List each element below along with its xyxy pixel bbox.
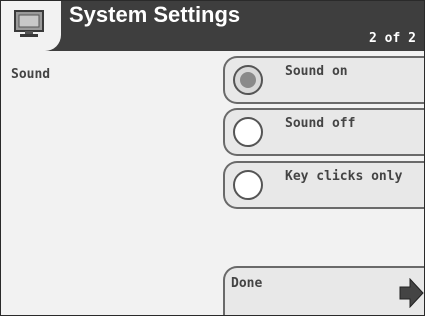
radio-empty-icon (233, 170, 263, 200)
page-title: System Settings (69, 2, 241, 27)
option-key-clicks-only[interactable]: Key clicks only (223, 161, 424, 209)
radio-selected-icon (233, 65, 263, 95)
done-button-label: Done (231, 276, 263, 291)
monitor-icon (14, 10, 44, 37)
done-button[interactable]: Done (223, 266, 424, 315)
radio-empty-icon (233, 117, 263, 147)
settings-screen: System Settings 2 of 2 Sound Sound on So… (0, 0, 425, 316)
section-label-sound: Sound (11, 67, 51, 82)
option-label: Sound on (285, 64, 348, 79)
arrow-right-icon (399, 278, 424, 308)
header-icon-tab (1, 1, 61, 51)
header-bar: System Settings 2 of 2 (1, 1, 424, 51)
page-indicator: 2 of 2 (369, 31, 416, 46)
option-sound-on[interactable]: Sound on (223, 56, 424, 104)
option-sound-off[interactable]: Sound off (223, 108, 424, 156)
option-label: Key clicks only (285, 169, 403, 184)
option-label: Sound off (285, 116, 356, 131)
